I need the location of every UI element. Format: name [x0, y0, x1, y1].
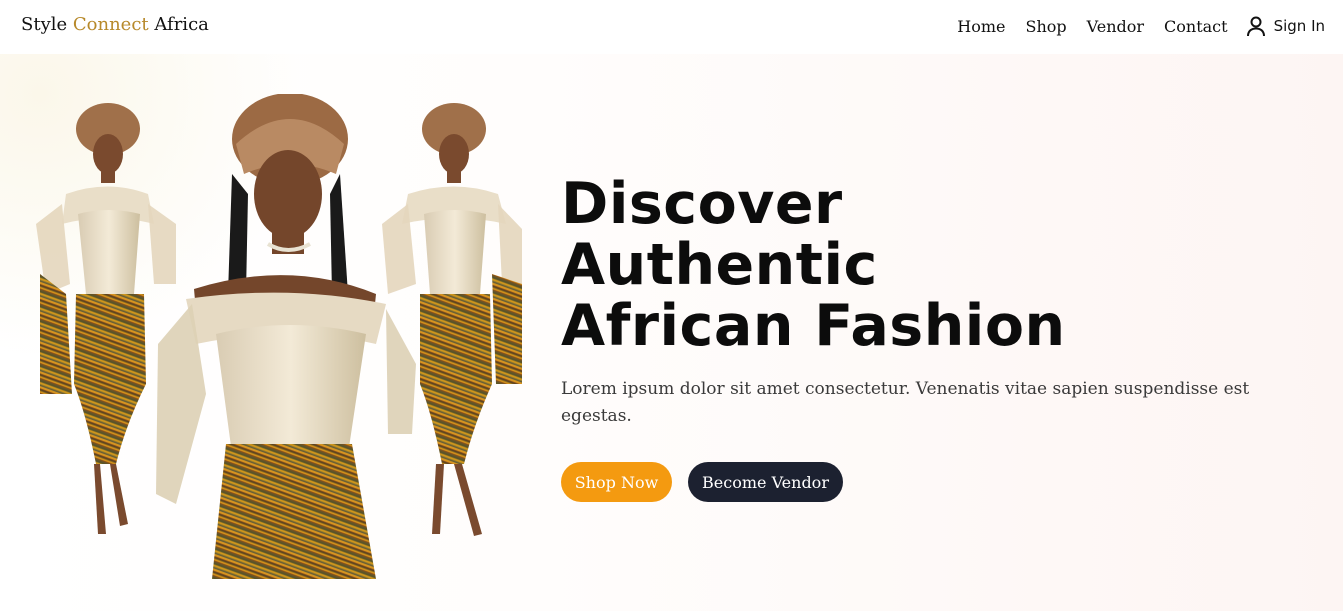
headline-line-3: African Fashion — [561, 293, 1066, 359]
top-navbar: Style Connect Africa Home Shop Vendor Co… — [0, 0, 1343, 54]
sign-in-label: Sign In — [1273, 17, 1325, 35]
hero-section: Discover Authentic African Fashion Lorem… — [0, 54, 1343, 611]
shop-now-button[interactable]: Shop Now — [561, 462, 672, 502]
brand-text-style: Style — [21, 14, 73, 35]
brand-text-connect: Connect — [72, 14, 149, 35]
nav-link-vendor[interactable]: Vendor — [1087, 17, 1144, 36]
fashion-models-image — [36, 94, 522, 579]
nav-link-shop[interactable]: Shop — [1026, 17, 1067, 36]
nav-links: Home Shop Vendor Contact Sign In — [937, 15, 1325, 37]
nav-link-contact[interactable]: Contact — [1164, 17, 1228, 36]
become-vendor-button[interactable]: Become Vendor — [688, 462, 843, 502]
user-icon — [1246, 16, 1265, 37]
hero-subtext: Lorem ipsum dolor sit amet consectetur. … — [561, 379, 1250, 426]
nav-link-home[interactable]: Home — [957, 17, 1005, 36]
brand-logo[interactable]: Style Connect Africa — [21, 14, 209, 35]
brand-text-africa: Africa — [148, 14, 209, 35]
hero-headline: Discover Authentic African Fashion — [561, 174, 1121, 357]
sign-in-button[interactable]: Sign In — [1246, 15, 1325, 37]
headline-line-2: Authentic — [561, 232, 878, 298]
headline-line-1: Discover — [561, 171, 843, 237]
